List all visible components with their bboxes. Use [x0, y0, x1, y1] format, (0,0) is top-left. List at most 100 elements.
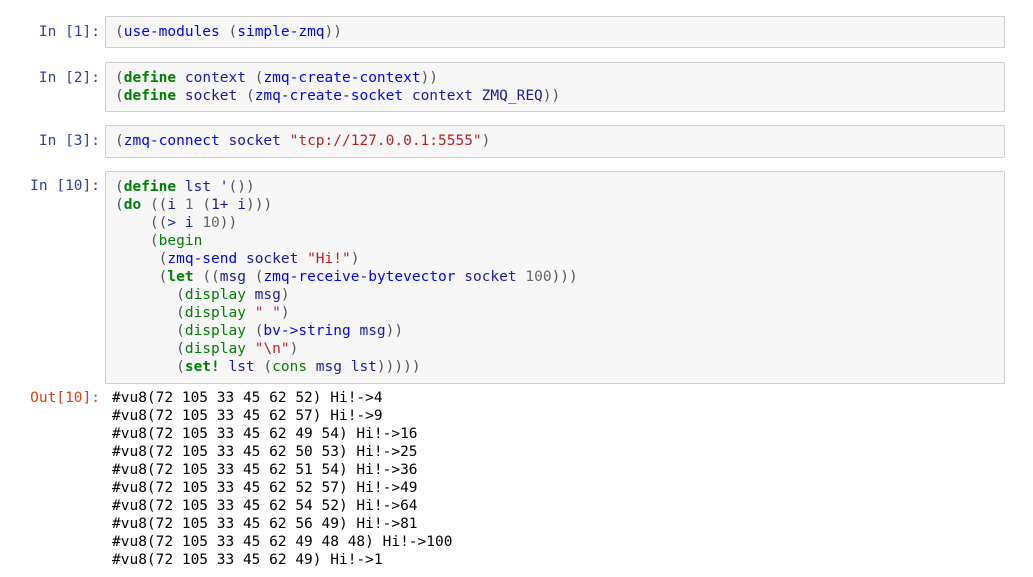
code-token: do [123, 197, 142, 213]
code-token: ( [176, 305, 185, 321]
code-token: display [184, 305, 246, 321]
code-token: ) [289, 341, 299, 357]
code-line: (zmq-connect socket "tcp://127.0.0.1:555… [115, 132, 1004, 150]
code-token: "\n" [254, 341, 290, 357]
code-token: ) [350, 251, 360, 267]
code-token: ))) [246, 197, 273, 213]
code-input[interactable]: (zmq-connect socket "tcp://127.0.0.1:555… [105, 125, 1005, 158]
code-token: (( [149, 197, 168, 213]
output-line: #vu8(72 105 33 45 62 52) Hi!->4 [112, 390, 383, 406]
code-token: ))))) [376, 359, 421, 375]
code-token: set! [184, 359, 220, 375]
output-line: #vu8(72 105 33 45 62 49 54) Hi!->16 [112, 426, 418, 442]
code-token: )) [420, 70, 439, 86]
code-input[interactable]: (define context (zmq-create-context)) (de… [105, 62, 1005, 112]
output-line: #vu8(72 105 33 45 62 49 48 48) Hi!->100 [112, 534, 453, 550]
code-token: socket [176, 88, 246, 104]
code-token: ) [280, 305, 290, 321]
code-token: ( [202, 197, 212, 213]
code-token: )) [324, 24, 343, 40]
code-token: define [123, 70, 177, 86]
code-line: (zmq-send socket "Hi!") [115, 250, 1004, 268]
code-token: ))) [551, 269, 578, 285]
code-line: (use-modules (simple-zmq)) [115, 23, 1004, 41]
code-token: 1 [184, 197, 194, 213]
code-token: ' [219, 179, 229, 195]
output-line: #vu8(72 105 33 45 62 49) Hi!->1 [112, 552, 383, 568]
code-token: i [167, 197, 185, 213]
code-token: msg [350, 323, 386, 339]
output-line: #vu8(72 105 33 45 62 51 54) Hi!->36 [112, 462, 418, 478]
code-token: > i [167, 215, 203, 231]
code-token: ) [481, 133, 491, 149]
code-line: (do ((i 1 (1+ i))) [115, 196, 1004, 214]
code-token: 100 [525, 269, 552, 285]
code-input[interactable]: (define lst '()) (do ((i 1 (1+ i))) ((> i… [105, 171, 1005, 384]
code-token: ( [263, 359, 273, 375]
code-token: let [167, 269, 194, 285]
code-token: (( [202, 269, 220, 285]
code-token: msg lst [307, 359, 377, 375]
code-token: lst [219, 359, 264, 375]
input-prompt: In [1]: [38, 24, 100, 40]
code-line: (display msg) [115, 286, 1004, 304]
code-token: )) [385, 323, 404, 339]
code-token: zmq-receive-bytevector [263, 269, 456, 285]
code-token: ( [115, 133, 124, 149]
code-line: (begin [115, 232, 1004, 250]
code-token: zmq-connect [123, 133, 220, 149]
code-token: socket [455, 269, 526, 285]
code-line: (define context (zmq-create-context)) [115, 69, 1004, 87]
input-prompt: In [2]: [38, 70, 100, 86]
code-token: zmq-create-socket [254, 88, 404, 104]
code-token: msg [245, 287, 281, 303]
code-token: define [123, 88, 177, 104]
code-token: "Hi!" [307, 251, 351, 267]
code-token: socket [237, 251, 308, 267]
code-token: ( [176, 359, 185, 375]
input-prompt: In [3]: [38, 133, 100, 149]
output-prompt: Out[10]: [30, 390, 100, 406]
code-token: ( [176, 287, 185, 303]
code-token: ( [176, 341, 185, 357]
code-token: zmq-create-context [263, 70, 421, 86]
code-token: ()) [228, 179, 255, 195]
code-token: )) [542, 88, 561, 104]
code-token: ( [115, 70, 124, 86]
code-token: )) [219, 215, 238, 231]
code-token: use-modules [123, 24, 220, 40]
code-token: ( [115, 197, 124, 213]
code-token: lst [176, 179, 220, 195]
output-line: #vu8(72 105 33 45 62 57) Hi!->9 [112, 408, 383, 424]
code-token: ( [115, 88, 124, 104]
code-line: (display " ") [115, 304, 1004, 322]
code-token: display [184, 287, 246, 303]
code-token: "tcp://127.0.0.1:5555" [289, 133, 482, 149]
output-line: #vu8(72 105 33 45 62 56 49) Hi!->81 [112, 516, 418, 532]
code-token: ( [228, 24, 238, 40]
code-token: 1+ i [211, 197, 246, 213]
code-token: ( [115, 24, 124, 40]
code-token: zmq-send [167, 251, 238, 267]
code-input[interactable]: (use-modules (simple-zmq)) [105, 16, 1005, 48]
code-token: simple-zmq [237, 24, 325, 40]
code-line: (define lst '()) [115, 178, 1004, 196]
output-line: #vu8(72 105 33 45 62 52 57) Hi!->49 [112, 480, 418, 496]
code-token: ( [115, 179, 124, 195]
code-token: display [184, 341, 246, 357]
code-token: ( [149, 233, 159, 249]
code-token: socket [219, 133, 290, 149]
code-token: ( [245, 88, 255, 104]
code-token: 10 [202, 215, 220, 231]
code-token: define [123, 179, 177, 195]
